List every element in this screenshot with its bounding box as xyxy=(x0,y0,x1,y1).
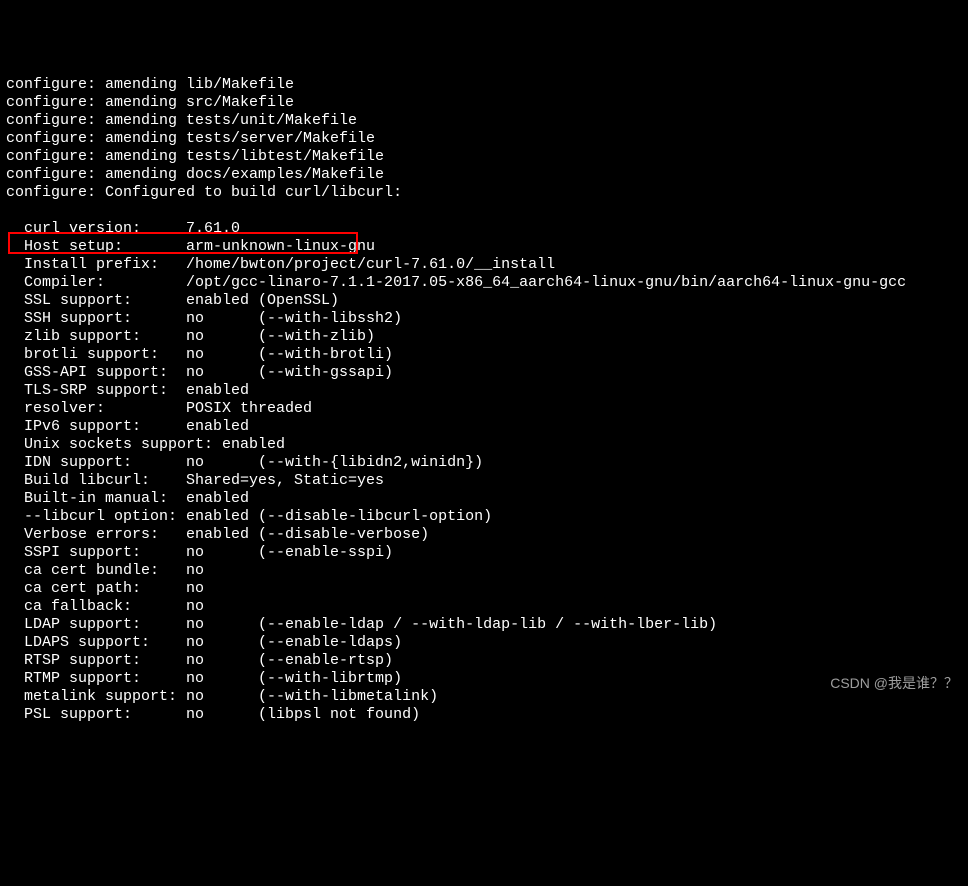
terminal-output: configure: amending lib/Makefile configu… xyxy=(6,76,962,724)
watermark-text: CSDN @我是谁？？ xyxy=(830,674,958,692)
